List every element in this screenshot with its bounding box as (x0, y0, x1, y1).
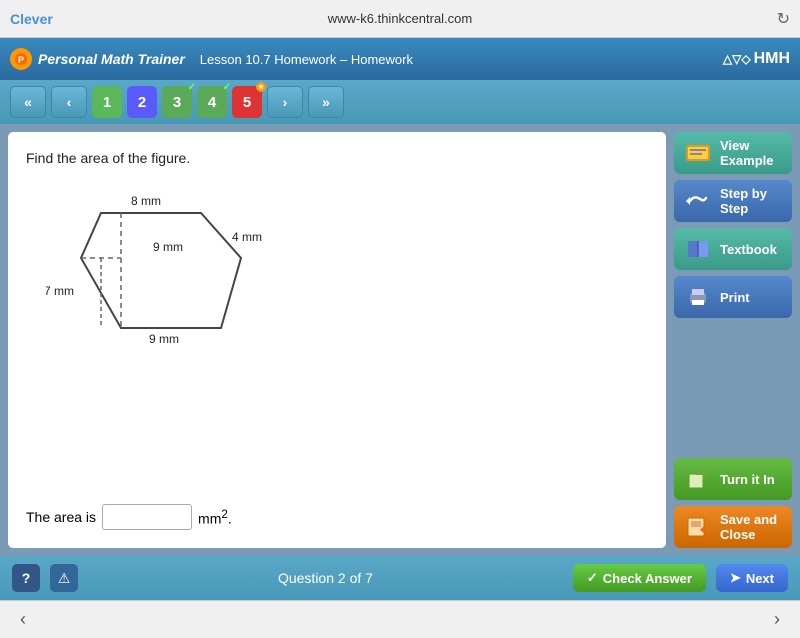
textbook-button[interactable]: Textbook (674, 228, 792, 270)
nav-page-1[interactable]: 1 (92, 86, 122, 118)
nav-first-button[interactable]: « (10, 86, 46, 118)
alert-button[interactable]: ⚠ (50, 564, 78, 592)
nav-next-button[interactable]: › (267, 86, 303, 118)
lesson-label: Lesson 10.7 Homework – Homework (200, 52, 723, 67)
check-answer-button[interactable]: ✓ Check Answer (573, 564, 706, 592)
step-by-step-icon (684, 187, 712, 215)
hmh-triangles: △▽◇ (723, 52, 751, 66)
answer-input[interactable] (102, 504, 192, 530)
app-container: P Personal Math Trainer Lesson 10.7 Home… (0, 38, 800, 600)
next-button[interactable]: ➤ Next (716, 564, 788, 592)
answer-unit: mm2. (198, 508, 232, 527)
check-icon: ✓ (587, 570, 598, 586)
help-button[interactable]: ? (12, 564, 40, 592)
next-label: Next (746, 571, 774, 586)
step-by-step-button[interactable]: Step by Step (674, 180, 792, 222)
figure-svg: 8 mm 4 mm 9 mm 8.7 mm 9 mm (46, 183, 266, 353)
svg-text:8.7 mm: 8.7 mm (46, 284, 74, 298)
textbook-icon (684, 235, 712, 263)
next-arrow-icon: ➤ (730, 570, 741, 586)
nav-page-3[interactable]: 3 ✓ (162, 86, 192, 118)
hmh-label: HMH (754, 50, 790, 68)
save-close-label: Save and Close (720, 512, 782, 542)
logo-icon: P (10, 48, 32, 70)
question-counter: Question 2 of 7 (88, 570, 563, 586)
check-badge-4: ✓ (223, 82, 231, 93)
nav-page-2[interactable]: 2 (127, 86, 157, 118)
clever-logo: Clever (10, 11, 53, 27)
question-panel: Find the area of the figure. (8, 132, 666, 548)
svg-text:9 mm: 9 mm (149, 332, 179, 346)
print-button[interactable]: Print (674, 276, 792, 318)
app-header: P Personal Math Trainer Lesson 10.7 Home… (0, 38, 800, 80)
print-label: Print (720, 290, 750, 305)
view-example-label: View Example (720, 138, 782, 168)
step-by-step-label: Step by Step (720, 186, 782, 216)
bottom-bar: ? ⚠ Question 2 of 7 ✓ Check Answer ➤ Nex… (0, 556, 800, 600)
star-badge-5: ★ (256, 82, 266, 92)
question-text: Find the area of the figure. (26, 150, 648, 166)
sidebar: View Example Step by Step (674, 132, 792, 548)
check-answer-label: Check Answer (603, 571, 692, 586)
answer-row: The area is mm2. (26, 504, 648, 530)
refresh-button[interactable]: ↻ (777, 9, 790, 29)
nav-last-button[interactable]: » (308, 86, 344, 118)
print-icon (684, 283, 712, 311)
answer-label: The area is (26, 509, 96, 525)
hmh-logo: △▽◇ HMH (723, 50, 790, 68)
browser-back-arrow[interactable]: ‹ (20, 609, 26, 630)
sidebar-spacer (674, 324, 792, 452)
content-area: Find the area of the figure. (0, 124, 800, 556)
browser-forward-arrow[interactable]: › (774, 609, 780, 630)
nav-bar: « ‹ 1 2 3 ✓ 4 ✓ 5 ★ › » (0, 80, 800, 124)
check-badge-3: ✓ (188, 82, 196, 93)
header-logo: P Personal Math Trainer (10, 48, 185, 70)
svg-text:9 mm: 9 mm (153, 240, 183, 254)
svg-text:4 mm: 4 mm (232, 230, 262, 244)
textbook-label: Textbook (720, 242, 777, 257)
turn-in-icon (684, 465, 712, 493)
svg-text:8 mm: 8 mm (131, 194, 161, 208)
turn-in-button[interactable]: Turn it In (674, 458, 792, 500)
browser-url: www-k6.thinkcentral.com (328, 11, 473, 26)
browser-bar: Clever www-k6.thinkcentral.com ↻ (0, 0, 800, 38)
view-example-button[interactable]: View Example (674, 132, 792, 174)
nav-prev-button[interactable]: ‹ (51, 86, 87, 118)
nav-page-4[interactable]: 4 ✓ (197, 86, 227, 118)
svg-text:P: P (18, 55, 24, 65)
figure-area: 8 mm 4 mm 9 mm 8.7 mm 9 mm (26, 178, 648, 494)
logo-text: Personal Math Trainer (38, 51, 185, 67)
save-close-button[interactable]: Save and Close (674, 506, 792, 548)
nav-page-5[interactable]: 5 ★ (232, 86, 262, 118)
view-example-icon (684, 139, 712, 167)
browser-bottom: ‹ › (0, 600, 800, 638)
turn-in-label: Turn it In (720, 472, 775, 487)
save-close-icon (684, 513, 712, 541)
